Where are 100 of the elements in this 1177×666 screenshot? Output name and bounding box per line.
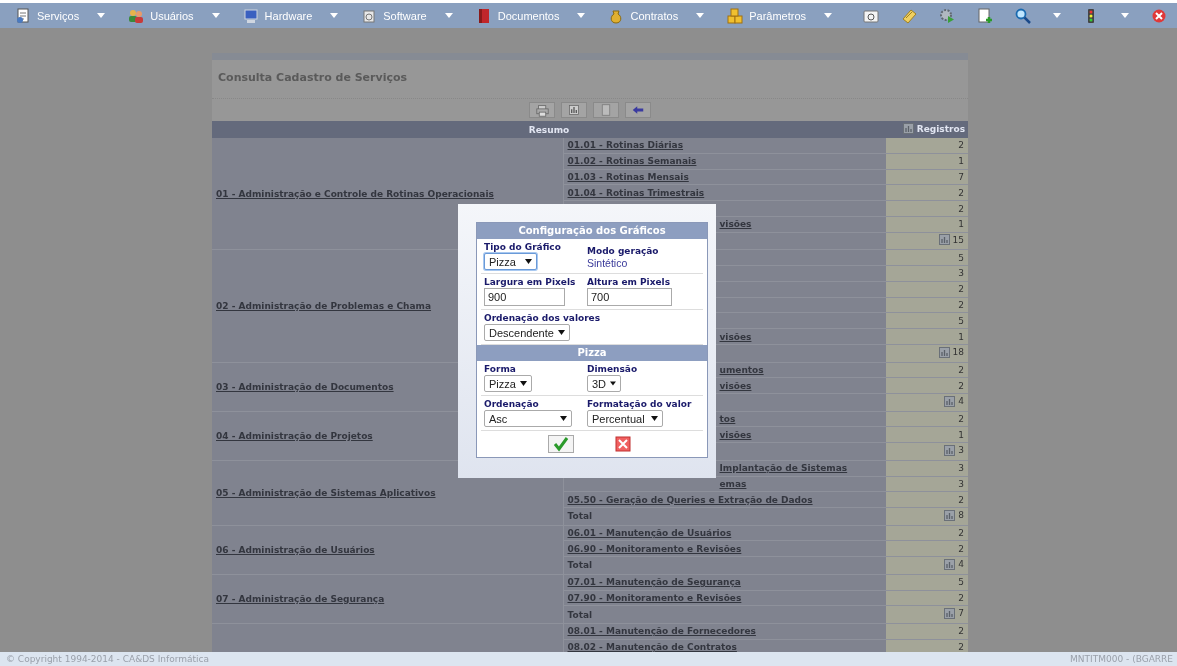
chart-icon[interactable] xyxy=(938,346,950,358)
input-field[interactable]: 700 xyxy=(587,288,672,306)
select-field[interactable]: Asc xyxy=(484,410,572,427)
chart-icon[interactable] xyxy=(944,607,956,619)
count: 5 xyxy=(958,576,964,590)
arrow-left-icon xyxy=(632,104,644,116)
document-icon xyxy=(15,7,31,24)
select-field[interactable]: Descendente xyxy=(484,324,570,341)
menu-item[interactable]: Parâmetros xyxy=(724,3,853,28)
boxes-icon xyxy=(727,7,744,24)
chart-button[interactable] xyxy=(561,102,587,118)
field-label: Ordenação xyxy=(484,398,540,410)
count: 2 xyxy=(958,413,964,426)
count: 5 xyxy=(958,251,964,265)
group-link[interactable]: 02 - Administração de Problemas e Chama xyxy=(216,300,432,311)
group-link[interactable]: 07 - Administração de Segurança xyxy=(216,593,385,604)
count: 2 xyxy=(958,591,964,605)
count: 2 xyxy=(958,379,964,393)
gear-icon xyxy=(939,7,956,24)
count: 3 xyxy=(958,462,964,476)
field-label: Formatação do valor xyxy=(587,398,692,410)
select-field[interactable]: Pizza xyxy=(484,253,537,270)
caret-icon xyxy=(610,381,616,386)
field-label: Forma xyxy=(484,363,517,375)
count: 4 xyxy=(958,558,964,572)
count: 7 xyxy=(958,171,964,184)
check-icon xyxy=(553,436,569,452)
count: 3 xyxy=(958,477,964,491)
input-field[interactable]: 900 xyxy=(484,288,565,306)
menu-item[interactable]: Serviços xyxy=(12,3,126,28)
caret-icon xyxy=(651,416,658,421)
group-link[interactable]: 05 - Administração de Sistemas Aplicativos xyxy=(216,487,436,498)
close-icon xyxy=(615,436,631,452)
count: 7 xyxy=(958,607,964,621)
camera-icon xyxy=(863,7,880,24)
group-link[interactable]: 01 - Administração e Controle de Rotinas Operacionais xyxy=(216,188,494,199)
menu-item[interactable]: Contratos xyxy=(605,3,725,28)
field-label: Largura em Pixels xyxy=(484,276,577,288)
document-add-icon xyxy=(977,7,994,24)
document-icon xyxy=(600,104,612,116)
group-link[interactable]: 04 - Administração de Projetos xyxy=(216,430,373,441)
chart-icon xyxy=(568,104,580,116)
service-link[interactable]: tos xyxy=(719,414,736,425)
chart-icon[interactable] xyxy=(944,395,956,407)
field-label: Modo geração xyxy=(587,245,659,257)
count: 2 xyxy=(958,641,964,654)
menu-item[interactable]: Documentos xyxy=(472,3,606,28)
count: 2 xyxy=(958,299,964,312)
count: 18 xyxy=(952,346,964,360)
chart-icon[interactable] xyxy=(944,558,956,570)
count: 1 xyxy=(958,330,964,344)
service-link[interactable]: emas xyxy=(719,478,747,489)
count: 1 xyxy=(958,155,964,169)
menu-item[interactable]: Usuários xyxy=(125,3,240,28)
user-info: MNTITM000 - (BGARRE xyxy=(1070,653,1173,666)
service-link[interactable]: umentos xyxy=(719,364,764,375)
caret-icon xyxy=(520,381,527,386)
total-label: Total xyxy=(567,609,593,620)
count: 1 xyxy=(958,218,964,232)
menu-item[interactable]: Hardware xyxy=(239,3,359,28)
document-button[interactable] xyxy=(593,102,619,118)
count: 4 xyxy=(958,395,964,409)
group-link[interactable]: 03 - Administração de Documentos xyxy=(216,381,394,392)
count: 2 xyxy=(958,493,964,507)
monitor-icon xyxy=(242,7,259,24)
close-icon xyxy=(1151,7,1168,24)
menu-item[interactable]: Software xyxy=(358,3,473,28)
print-button[interactable] xyxy=(529,102,555,118)
total-label: Total xyxy=(567,511,593,522)
chart-icon[interactable] xyxy=(938,234,950,246)
section-title: Pizza xyxy=(477,345,707,361)
count: 2 xyxy=(958,625,964,639)
column-header: Registros xyxy=(886,121,968,138)
select-field[interactable]: Percentual xyxy=(587,410,663,427)
count: 15 xyxy=(952,233,964,247)
group-link[interactable]: 06 - Administração de Usuários xyxy=(216,544,375,555)
count: 3 xyxy=(958,444,964,458)
field-label: Tipo do Gráfico xyxy=(484,241,562,253)
dialog-title: Configuração dos Gráficos xyxy=(477,223,707,239)
search-icon xyxy=(1015,7,1032,24)
select-field[interactable]: Pizza xyxy=(484,375,532,392)
chart-icon[interactable] xyxy=(944,509,956,521)
count: 5 xyxy=(958,314,964,328)
service-link[interactable]: visões xyxy=(719,429,752,440)
chart-icon[interactable] xyxy=(944,444,956,456)
count: 3 xyxy=(958,267,964,281)
count: 2 xyxy=(958,202,964,216)
select-field[interactable]: 3D xyxy=(587,375,621,392)
service-link[interactable]: visões xyxy=(719,380,752,391)
count: 2 xyxy=(958,527,964,540)
field-label: Dimensão xyxy=(587,363,638,375)
caret-icon xyxy=(558,330,565,335)
service-link[interactable]: visões xyxy=(719,331,752,342)
count: 8 xyxy=(958,509,964,523)
service-link[interactable]: visões xyxy=(719,219,752,230)
count: 2 xyxy=(958,542,964,556)
confirm-button[interactable] xyxy=(548,435,574,453)
back-button[interactable] xyxy=(625,102,651,118)
count: 2 xyxy=(958,186,964,200)
field-label: Altura em Pixels xyxy=(587,276,672,288)
